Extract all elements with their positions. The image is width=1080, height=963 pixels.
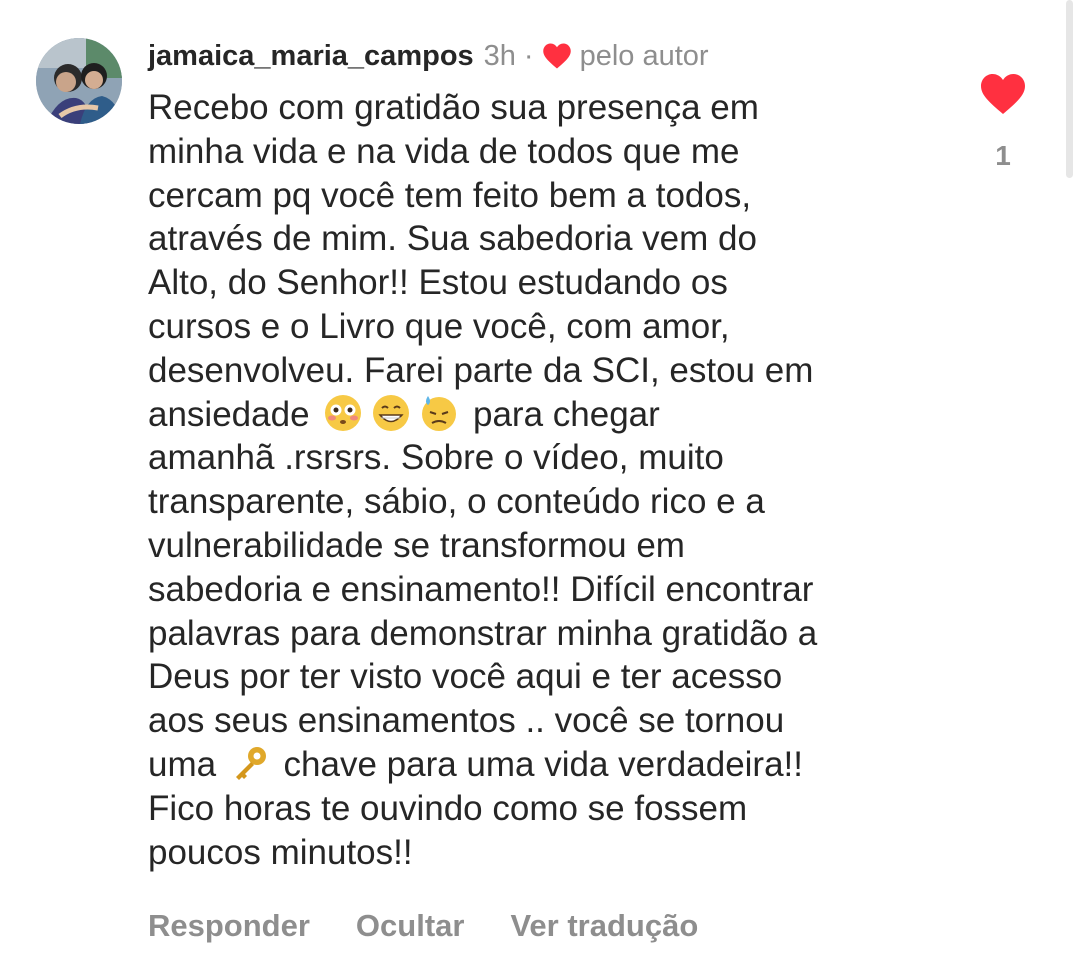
username-link[interactable]: jamaica_maria_campos — [148, 34, 474, 78]
text-line: vulnerabilidade se transformou em — [148, 525, 685, 565]
flushed-face-emoji-icon — [325, 394, 362, 431]
hide-button[interactable]: Ocultar — [356, 903, 465, 949]
like-count[interactable]: 1 — [975, 140, 1031, 172]
separator-dot: · — [523, 40, 534, 72]
comment-text: Recebo com gratidão sua presença em minh… — [148, 86, 938, 874]
grinning-face-emoji-icon — [373, 394, 410, 431]
text-line: ansiedade — [148, 394, 320, 434]
scrollbar[interactable] — [1066, 0, 1073, 178]
text-line: Fico horas te ouvindo como se fossem — [148, 788, 748, 828]
key-emoji-icon — [235, 746, 266, 780]
text-line: palavras para demonstrar minha gratidão … — [148, 613, 818, 653]
avatar[interactable] — [36, 38, 122, 124]
like-column: 1 — [975, 72, 1031, 172]
see-translation-button[interactable]: Ver tradução — [510, 903, 698, 949]
text-line: amanhã .rsrsrs. Sobre o vídeo, muito — [148, 438, 724, 478]
like-heart-icon[interactable] — [979, 72, 1027, 116]
text-line: cursos e o Livro que você, com amor, — [148, 306, 730, 346]
comment-meta: jamaica_maria_campos 3h · pelo autor — [148, 34, 938, 78]
comment-item: jamaica_maria_campos 3h · pelo autor Rec… — [0, 0, 1080, 963]
timestamp[interactable]: 3h — [484, 34, 516, 78]
comment-actions: Responder Ocultar Ver tradução — [148, 903, 698, 949]
text-line: aos seus ensinamentos .. você se tornou — [148, 701, 785, 741]
text-line: minha vida e na vida de todos que me — [148, 131, 740, 171]
text-line: poucos minutos!! — [148, 832, 413, 872]
text-line: Recebo com gratidão sua presença em — [148, 88, 759, 127]
text-line: para chegar — [463, 394, 660, 434]
text-line: sabedoria e ensinamento!! Difícil encont… — [148, 569, 814, 609]
text-line: transparente, sábio, o conteúdo rico e a — [148, 482, 765, 522]
text-line: Alto, do Senhor!! Estou estudando os — [148, 263, 728, 303]
downcast-sweat-face-emoji-icon — [422, 395, 457, 431]
heart-icon — [542, 43, 571, 69]
text-line: uma — [148, 744, 226, 784]
comment-body: jamaica_maria_campos 3h · pelo autor Rec… — [148, 34, 938, 874]
liked-by-author-label: pelo autor — [579, 40, 709, 72]
text-line: chave para uma vida verdadeira!! — [273, 744, 803, 784]
text-line: Deus por ter visto você aqui e ter acess… — [148, 657, 783, 697]
text-line: desenvolveu. Farei parte da SCI, estou e… — [148, 350, 814, 390]
reply-button[interactable]: Responder — [148, 903, 310, 949]
text-line: através de mim. Sua sabedoria vem do — [148, 219, 757, 259]
text-line: cercam pq você tem feito bem a todos, — [148, 175, 752, 215]
avatar-photo — [36, 38, 122, 124]
